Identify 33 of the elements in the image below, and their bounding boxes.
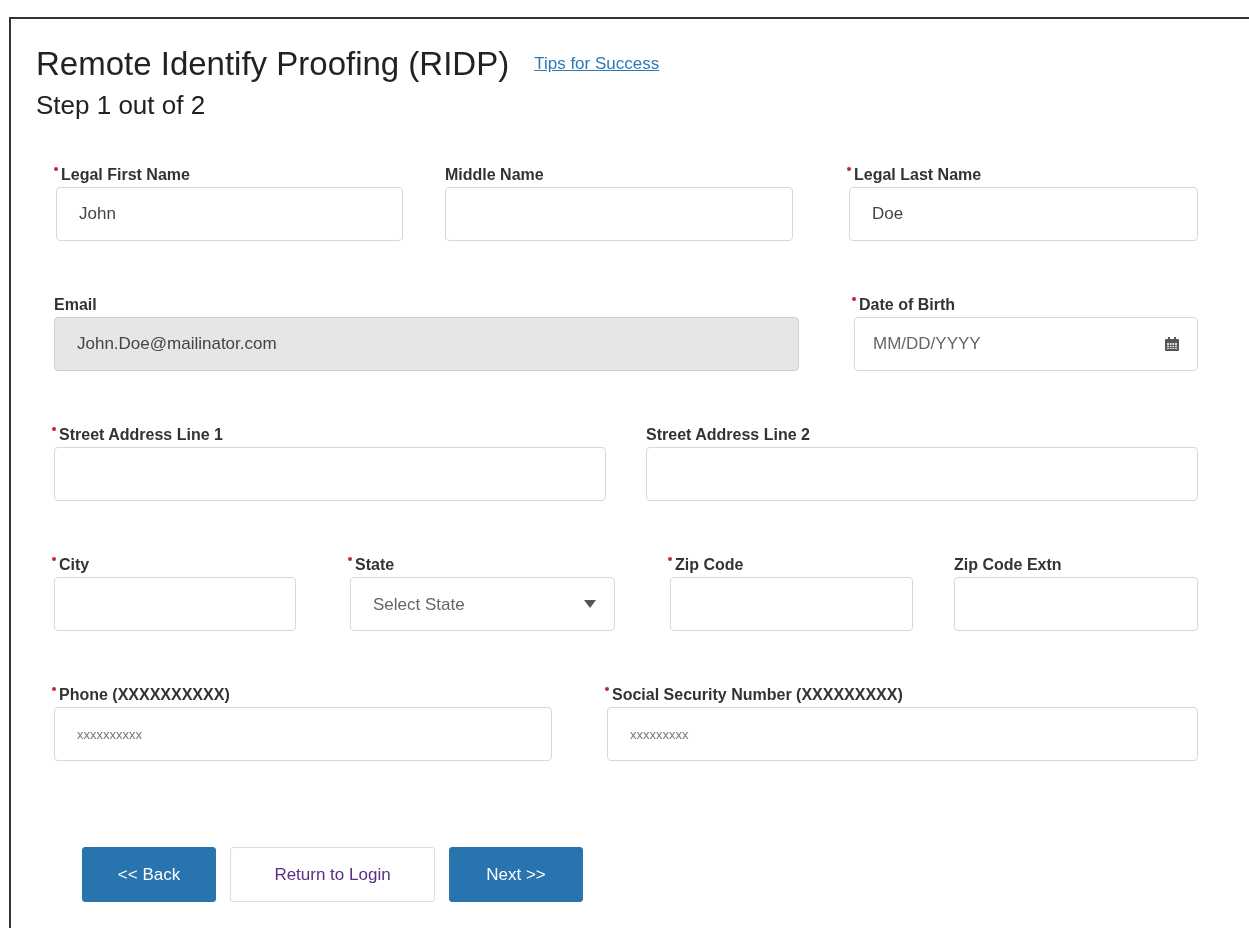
- input-field[interactable]: xxxxxxxxx: [607, 707, 1198, 762]
- input-field[interactable]: [670, 577, 913, 632]
- input-field[interactable]: John: [56, 187, 403, 242]
- page-title: Remote Identify Proofing (RIDP): [36, 44, 510, 84]
- input-field[interactable]: [954, 577, 1198, 632]
- input-field[interactable]: [646, 447, 1198, 502]
- return-button[interactable]: Return to Login: [230, 847, 435, 903]
- field-label: Zip Code: [675, 555, 744, 576]
- field-label: Zip Code Extn: [954, 555, 1062, 576]
- caret-icon: [584, 600, 596, 609]
- field-label: Street Address Line 1: [59, 425, 223, 446]
- input-field[interactable]: Doe: [849, 187, 1198, 242]
- field-label: Street Address Line 2: [646, 425, 810, 446]
- field-label: Date of Birth: [859, 295, 955, 316]
- field-label: Email: [54, 295, 97, 316]
- field-label: Social Security Number (XXXXXXXXX): [612, 685, 903, 706]
- field-label: Legal First Name: [61, 165, 190, 186]
- field-label: Legal Last Name: [854, 165, 982, 186]
- input-field[interactable]: xxxxxxxxxx: [54, 707, 552, 762]
- input-field[interactable]: [54, 447, 606, 502]
- input-field[interactable]: [54, 577, 296, 632]
- field-label: City: [59, 555, 90, 576]
- state-dropdown[interactable]: Select State: [350, 577, 615, 632]
- input-field[interactable]: [445, 187, 793, 242]
- field-label: Middle Name: [445, 165, 544, 186]
- date-field[interactable]: MM/DD/YYYY: [854, 317, 1198, 372]
- step-indicator: Step 1 out of 2: [36, 89, 207, 123]
- field-label: Phone (XXXXXXXXXX): [59, 685, 230, 706]
- field-label: State: [355, 555, 395, 576]
- nav-button[interactable]: << Back: [82, 847, 216, 903]
- tips-link[interactable]: Tips for Success: [534, 50, 660, 77]
- calendar-icon: [1164, 336, 1180, 353]
- nav-button[interactable]: Next >>: [449, 847, 583, 903]
